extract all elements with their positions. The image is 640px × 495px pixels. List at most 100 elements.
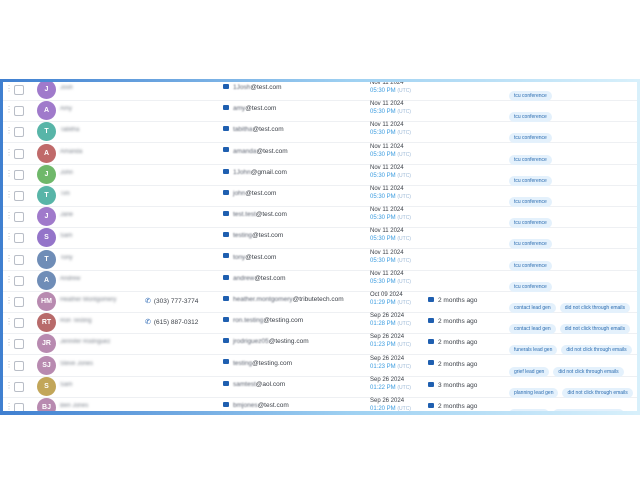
contact-name[interactable]: Tabitha — [60, 127, 79, 133]
row-checkbox[interactable] — [14, 127, 24, 138]
timezone-text: (UTC) — [397, 321, 411, 328]
row-checkbox[interactable] — [14, 233, 24, 244]
row-checkbox[interactable] — [14, 339, 24, 350]
table-row[interactable]: ⋮ J Josh 1Josh@test.com Nov 11 2024 05:30 PM … — [3, 82, 637, 101]
row-checkbox[interactable] — [14, 191, 24, 201]
row-checkbox[interactable] — [14, 275, 24, 286]
contact-email[interactable]: amy@test.com — [223, 104, 277, 113]
date-text: Nov 11 2024 — [370, 101, 404, 108]
contact-name[interactable]: Ron Testing — [60, 318, 92, 324]
contact-email[interactable]: testing@test.com — [223, 232, 283, 239]
drag-handle-icon[interactable]: ⋮ — [5, 402, 13, 411]
contact-email[interactable]: jrodriguez05@testing.com — [223, 338, 309, 345]
contact-name[interactable]: Sam — [60, 233, 72, 239]
timezone-text: (UTC) — [397, 363, 411, 370]
row-checkbox[interactable] — [14, 148, 24, 159]
created-date: Nov 11 2024 05:30 PM (UTC) — [370, 121, 411, 137]
row-checkbox[interactable] — [14, 212, 24, 223]
table-row[interactable]: ⋮ JR Jennifer Rodriguez jrodriguez05@testin… — [3, 333, 637, 356]
contact-email[interactable]: tony@test.com — [223, 253, 276, 261]
contact-name[interactable]: Steve Jones — [60, 361, 93, 367]
avatar: T — [37, 186, 56, 205]
drag-handle-icon[interactable]: ⋮ — [5, 360, 13, 370]
tag-chip[interactable]: did not click through emails — [553, 409, 624, 411]
avatar: A — [37, 101, 56, 121]
contact-phone[interactable]: ✆ (615) 887-0312 — [145, 318, 198, 326]
contact-email[interactable]: samtest@aol.com — [223, 380, 285, 388]
contact-name[interactable]: Heather Montgomery — [60, 297, 116, 303]
table-row[interactable]: ⋮ T Tim john@test.com Nov 11 2024 05:30 PM (U… — [3, 185, 637, 207]
row-checkbox[interactable] — [14, 318, 24, 329]
email-domain: @test.com — [245, 105, 277, 113]
contact-name[interactable]: Jennifer Rodriguez — [60, 339, 110, 345]
row-checkbox[interactable] — [14, 106, 24, 117]
table-row[interactable]: ⋮ T Tabitha tabitha@test.com Nov 11 2024 05:3… — [3, 121, 637, 144]
drag-handle-icon[interactable]: ⋮ — [5, 211, 13, 221]
table-row[interactable]: ⋮ HM Heather Montgomery ✆ (303) 777-3774 heat… — [3, 291, 637, 313]
contact-name[interactable]: John — [60, 170, 73, 176]
contact-name[interactable]: Sam — [60, 382, 72, 388]
row-checkbox[interactable] — [14, 297, 24, 307]
contact-email[interactable]: tabitha@test.com — [223, 126, 284, 133]
contact-email[interactable]: bmjones@test.com — [223, 401, 289, 409]
drag-handle-icon[interactable]: ⋮ — [5, 169, 13, 179]
drag-handle-icon[interactable]: ⋮ — [5, 84, 13, 94]
drag-handle-icon[interactable]: ⋮ — [5, 126, 13, 136]
table-row[interactable]: ⋮ BJ Ben Jones bmjones@test.com Sep 26 2024 0… — [3, 397, 637, 411]
drag-handle-icon[interactable]: ⋮ — [5, 148, 13, 158]
contact-email[interactable]: andrew@test.com — [223, 274, 286, 282]
table-row[interactable]: ⋮ SJ Steve Jones testing@testing.com Sep 26 … — [3, 355, 637, 377]
tag-chip[interactable]: grief lead gen — [509, 409, 550, 411]
row-checkbox[interactable] — [14, 169, 24, 180]
table-row[interactable]: ⋮ A Amy amy@test.com Nov 11 2024 05:30 PM (UT… — [3, 100, 637, 123]
table-row[interactable]: ⋮ J John 1John@gmail.com Nov 11 2024 05:30 PM… — [3, 164, 637, 186]
contact-name[interactable]: Amy — [60, 106, 72, 112]
contact-name[interactable]: Jane — [60, 212, 73, 218]
table-row[interactable]: ⋮ A Amanda amanda@test.com Nov 11 2024 05:30 … — [3, 143, 637, 165]
row-checkbox[interactable] — [14, 85, 24, 95]
email-local-part: amanda — [233, 147, 257, 155]
date-text: Nov 11 2024 — [370, 207, 404, 214]
contact-email[interactable]: test.test@test.com — [223, 210, 287, 218]
row-checkbox[interactable] — [14, 381, 24, 392]
table-row[interactable]: ⋮ S Sam testing@test.com Nov 11 2024 05:30 PM… — [3, 227, 637, 250]
table-row[interactable]: ⋮ S Sam samtest@aol.com Sep 26 2024 01:22 PM … — [3, 376, 637, 398]
drag-handle-icon[interactable]: ⋮ — [5, 105, 13, 115]
drag-handle-icon[interactable]: ⋮ — [5, 317, 13, 327]
contact-email[interactable]: ron.testing@testing.com — [223, 316, 303, 324]
last-activity: 2 months ago — [428, 402, 477, 410]
contact-email[interactable]: heather.montgomery@tributetech.com — [223, 295, 344, 303]
contact-name[interactable]: Josh — [60, 85, 73, 91]
contact-name[interactable]: Andrew — [60, 276, 80, 282]
contact-email[interactable]: 1Josh@test.com — [223, 83, 282, 91]
row-checkbox[interactable] — [14, 360, 24, 371]
drag-handle-icon[interactable]: ⋮ — [5, 232, 13, 242]
drag-handle-icon[interactable]: ⋮ — [5, 338, 13, 348]
drag-handle-icon[interactable]: ⋮ — [5, 275, 13, 285]
drag-handle-icon[interactable]: ⋮ — [5, 381, 13, 391]
drag-handle-icon[interactable]: ⋮ — [5, 254, 13, 264]
phone-icon: ✆ — [145, 319, 151, 327]
table-row[interactable]: ⋮ A Andrew andrew@test.com Nov 11 2024 05:30 … — [3, 270, 637, 292]
contact-name[interactable]: Amanda — [60, 149, 82, 155]
contact-email[interactable]: testing@testing.com — [223, 359, 292, 367]
contact-phone[interactable]: ✆ (303) 777-3774 — [145, 297, 198, 305]
contact-name[interactable]: Ben Jones — [60, 403, 88, 409]
table-row[interactable]: ⋮ T Tony tony@test.com Nov 11 2024 05:30 PM (… — [3, 249, 637, 271]
drag-handle-icon[interactable]: ⋮ — [5, 190, 13, 200]
contact-name[interactable]: Tim — [60, 191, 70, 197]
created-date: Sep 26 2024 01:20 PM (UTC) — [370, 397, 411, 411]
date-text: Nov 11 2024 — [370, 249, 404, 256]
drag-handle-icon[interactable]: ⋮ — [5, 296, 13, 306]
contact-email[interactable]: amanda@test.com — [223, 147, 288, 155]
contact-name[interactable]: Tony — [60, 255, 73, 261]
contact-email[interactable]: john@test.com — [223, 189, 276, 197]
contact-email[interactable]: 1John@gmail.com — [223, 168, 287, 176]
table-row[interactable]: ⋮ J Jane test.test@test.com Nov 11 2024 05:30… — [3, 206, 637, 229]
time-text: 01:29 PM — [370, 300, 396, 306]
row-checkbox[interactable] — [14, 403, 24, 411]
table-row[interactable]: ⋮ RT Ron Testing ✆ (615) 887-0312 ron.testing… — [3, 312, 637, 335]
mail-icon — [223, 401, 229, 407]
timezone-text: (UTC) — [397, 406, 411, 411]
row-checkbox[interactable] — [14, 254, 24, 265]
